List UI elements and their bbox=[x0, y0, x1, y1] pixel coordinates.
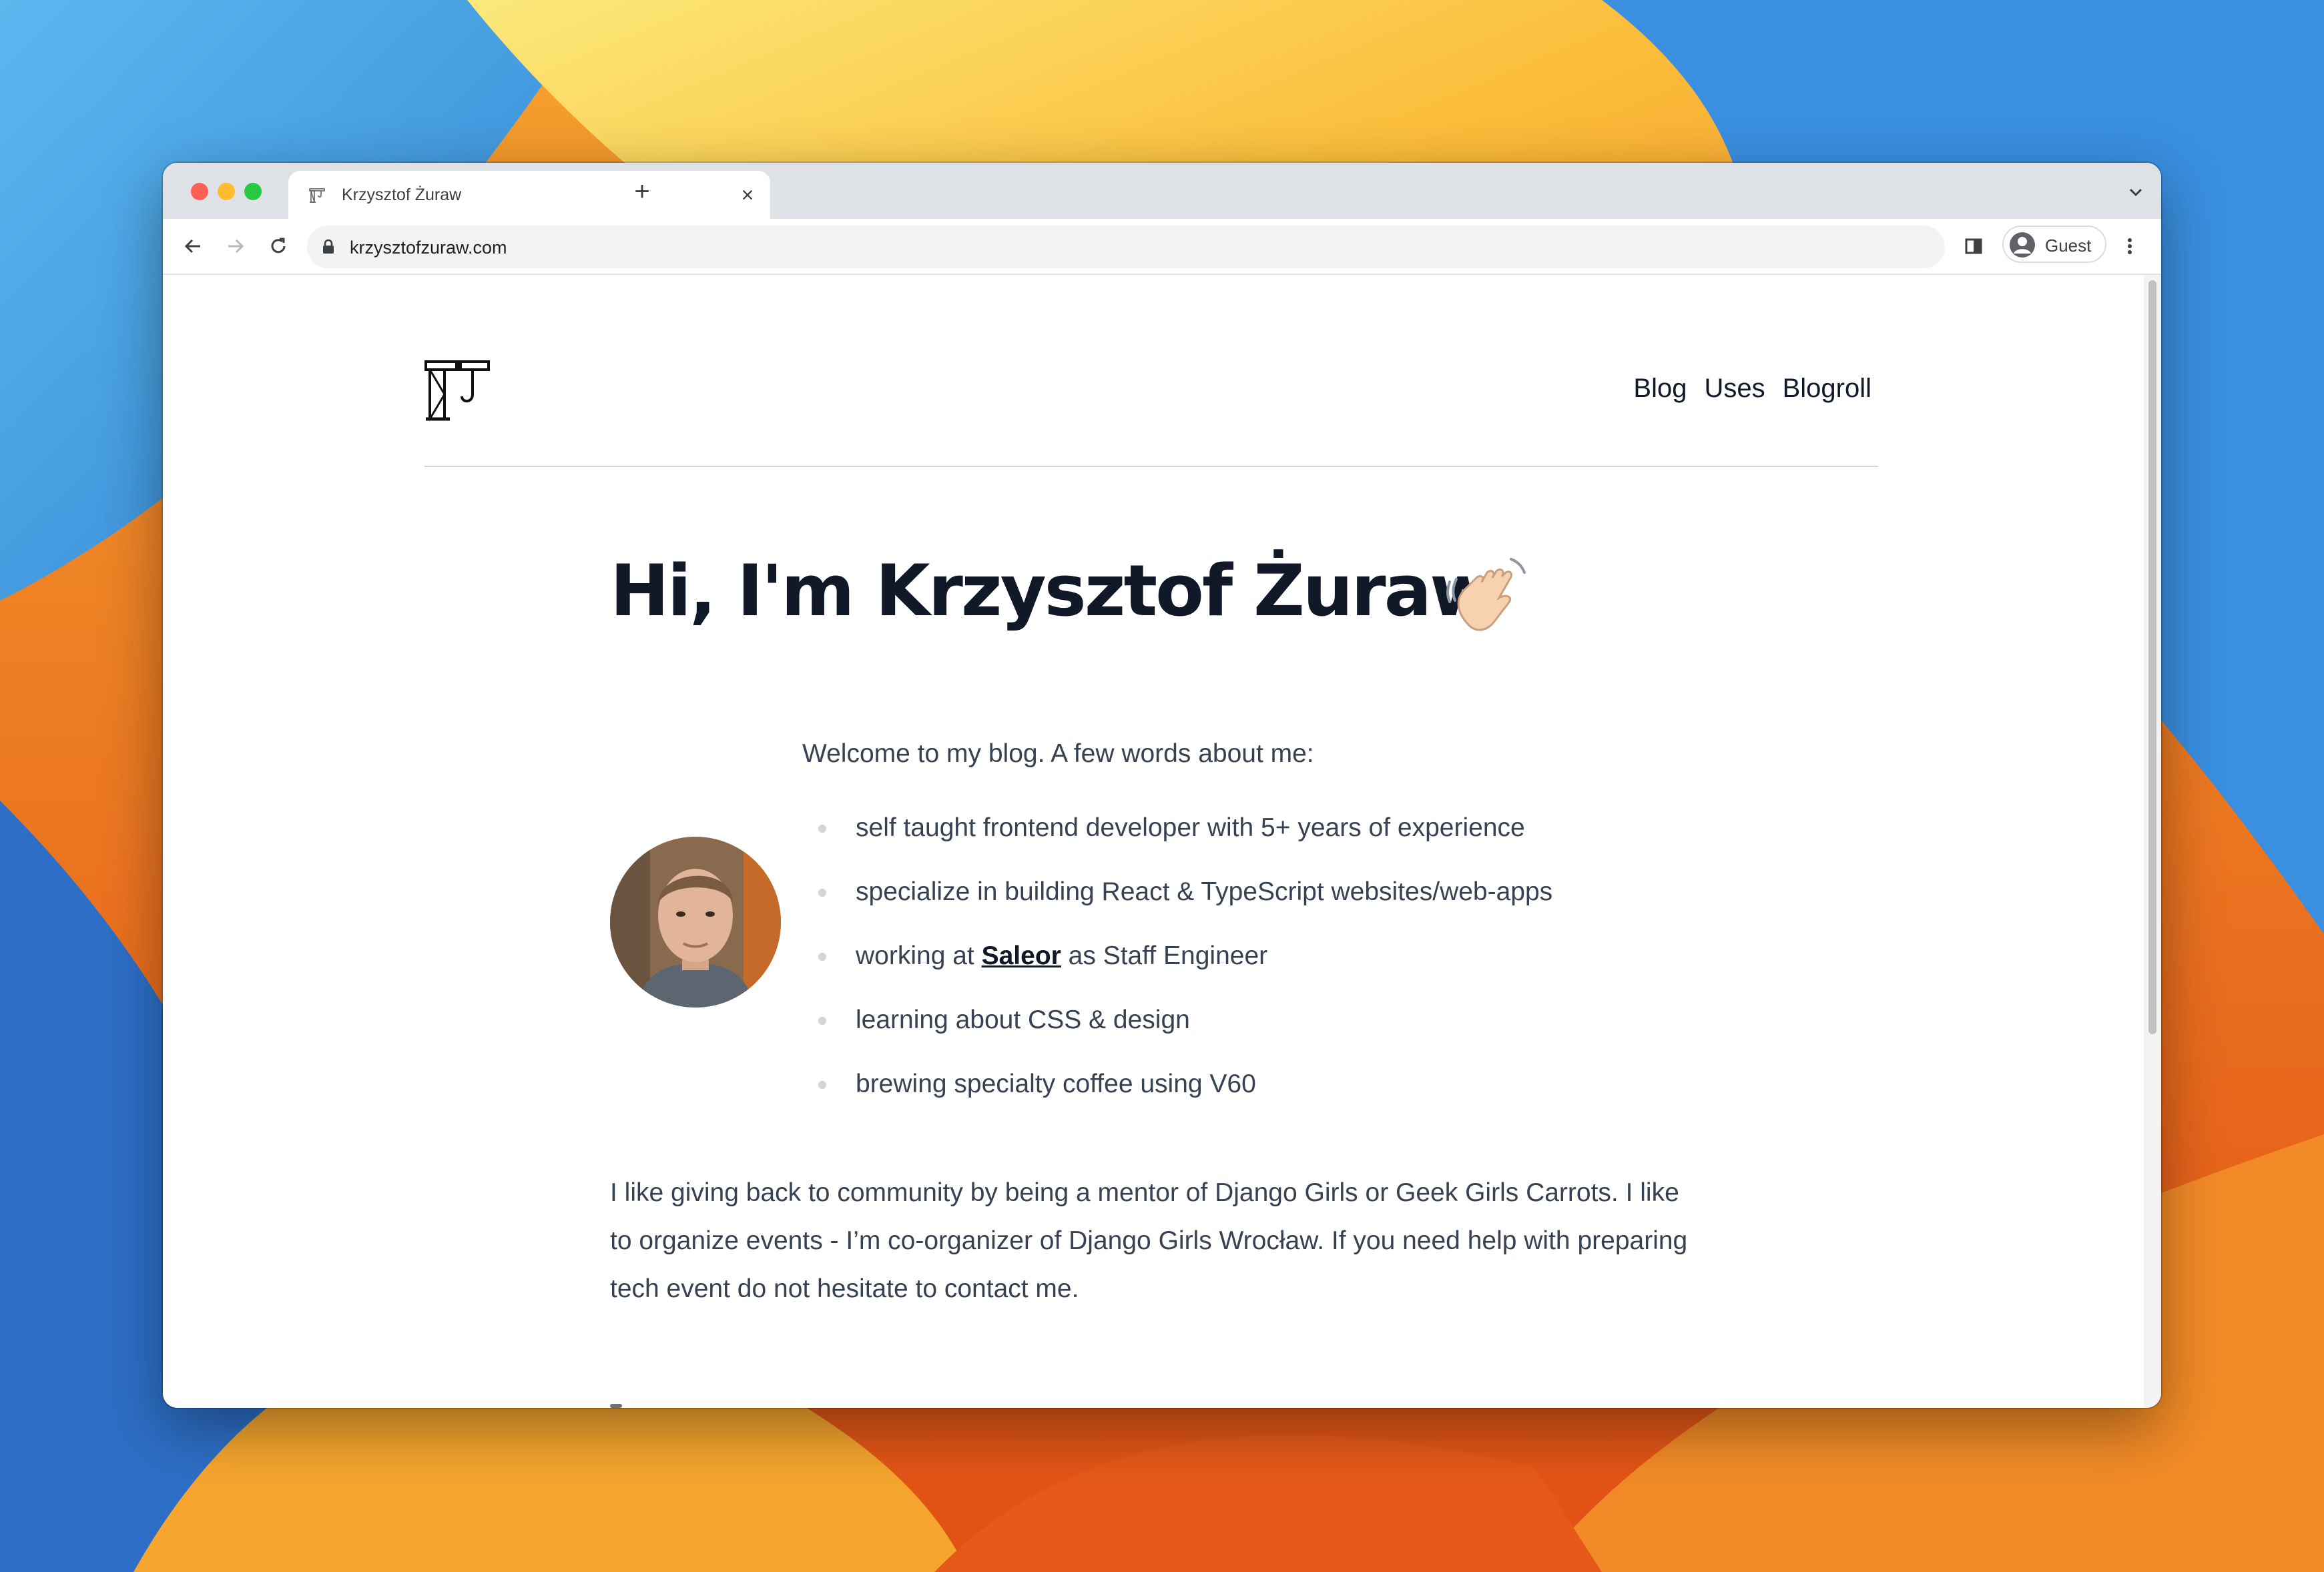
side-panel-icon bbox=[1965, 238, 1982, 254]
bullet-icon bbox=[818, 1081, 826, 1089]
active-tab[interactable]: Krzysztof Żuraw × bbox=[288, 171, 770, 219]
nav-link-blog[interactable]: Blog bbox=[1633, 374, 1687, 404]
tab-strip: Krzysztof Żuraw × + bbox=[163, 163, 2161, 219]
scroll-thumb[interactable] bbox=[2148, 280, 2156, 1034]
crane-favicon-icon bbox=[309, 188, 325, 203]
url-text: krzysztofzuraw.com bbox=[350, 238, 507, 258]
list-item: specialize in building React & TypeScrip… bbox=[818, 875, 1552, 939]
bullet-icon bbox=[818, 953, 826, 961]
list-item: brewing specialty coffee using V60 bbox=[818, 1068, 1552, 1132]
lock-icon[interactable] bbox=[322, 239, 335, 255]
saleor-link[interactable]: Saleor bbox=[982, 941, 1061, 970]
waving-hand-icon bbox=[1446, 558, 1526, 631]
intro-text: Welcome to my blog. A few words about me… bbox=[802, 739, 1314, 768]
menu-button[interactable] bbox=[2114, 231, 2145, 262]
browser-window: Krzysztof Żuraw × + krzysztofzuraw.com G… bbox=[163, 163, 2161, 1408]
guest-avatar-icon bbox=[2010, 232, 2035, 258]
forward-button[interactable] bbox=[220, 231, 251, 262]
reload-icon bbox=[271, 238, 286, 254]
about-list: self taught frontend developer with 5+ y… bbox=[818, 811, 1552, 1132]
new-tab-button[interactable]: + bbox=[626, 176, 658, 208]
next-section-peek bbox=[610, 1404, 622, 1408]
arrow-left-icon bbox=[184, 239, 200, 254]
bullet-icon bbox=[818, 889, 826, 897]
bullet-icon bbox=[818, 825, 826, 833]
page-scrollbar[interactable] bbox=[2144, 275, 2161, 1408]
window-minimize-button[interactable] bbox=[218, 183, 235, 200]
community-paragraph: I like giving back to community by being… bbox=[610, 1178, 1688, 1303]
arrow-right-icon bbox=[228, 239, 244, 254]
window-maximize-button[interactable] bbox=[244, 183, 262, 200]
browser-toolbar: krzysztofzuraw.com Guest bbox=[163, 219, 2161, 275]
nav-link-blogroll[interactable]: Blogroll bbox=[1783, 374, 1871, 404]
bullet-icon bbox=[818, 1017, 826, 1025]
tab-title: Krzysztof Żuraw bbox=[342, 185, 462, 204]
window-close-button[interactable] bbox=[191, 183, 208, 200]
list-item: working at Saleor as Staff Engineer bbox=[818, 939, 1552, 1004]
crane-logo-icon[interactable] bbox=[424, 358, 491, 424]
page-content: Blog Uses Blogroll Hi, I'm Krzysztof Żur… bbox=[163, 275, 2144, 1408]
side-panel-button[interactable] bbox=[1958, 231, 1989, 262]
profile-label: Guest bbox=[2045, 236, 2092, 256]
page-title: Hi, I'm Krzysztof Żuraw bbox=[610, 550, 1495, 632]
address-bar[interactable]: krzysztofzuraw.com bbox=[307, 226, 1945, 268]
tab-search-chevron-icon[interactable] bbox=[2122, 179, 2149, 206]
author-photo bbox=[610, 837, 781, 1008]
nav-link-uses[interactable]: Uses bbox=[1704, 374, 1765, 404]
back-button[interactable] bbox=[178, 231, 208, 262]
kebab-menu-icon bbox=[2128, 238, 2132, 254]
list-item: self taught frontend developer with 5+ y… bbox=[818, 811, 1552, 875]
site-nav: Blog Uses Blogroll bbox=[1633, 374, 1871, 404]
profile-button[interactable]: Guest bbox=[2002, 226, 2106, 263]
header-divider bbox=[424, 466, 1878, 467]
tab-close-icon[interactable]: × bbox=[734, 181, 761, 208]
reload-button[interactable] bbox=[263, 231, 294, 262]
list-item: learning about CSS & design bbox=[818, 1004, 1552, 1068]
